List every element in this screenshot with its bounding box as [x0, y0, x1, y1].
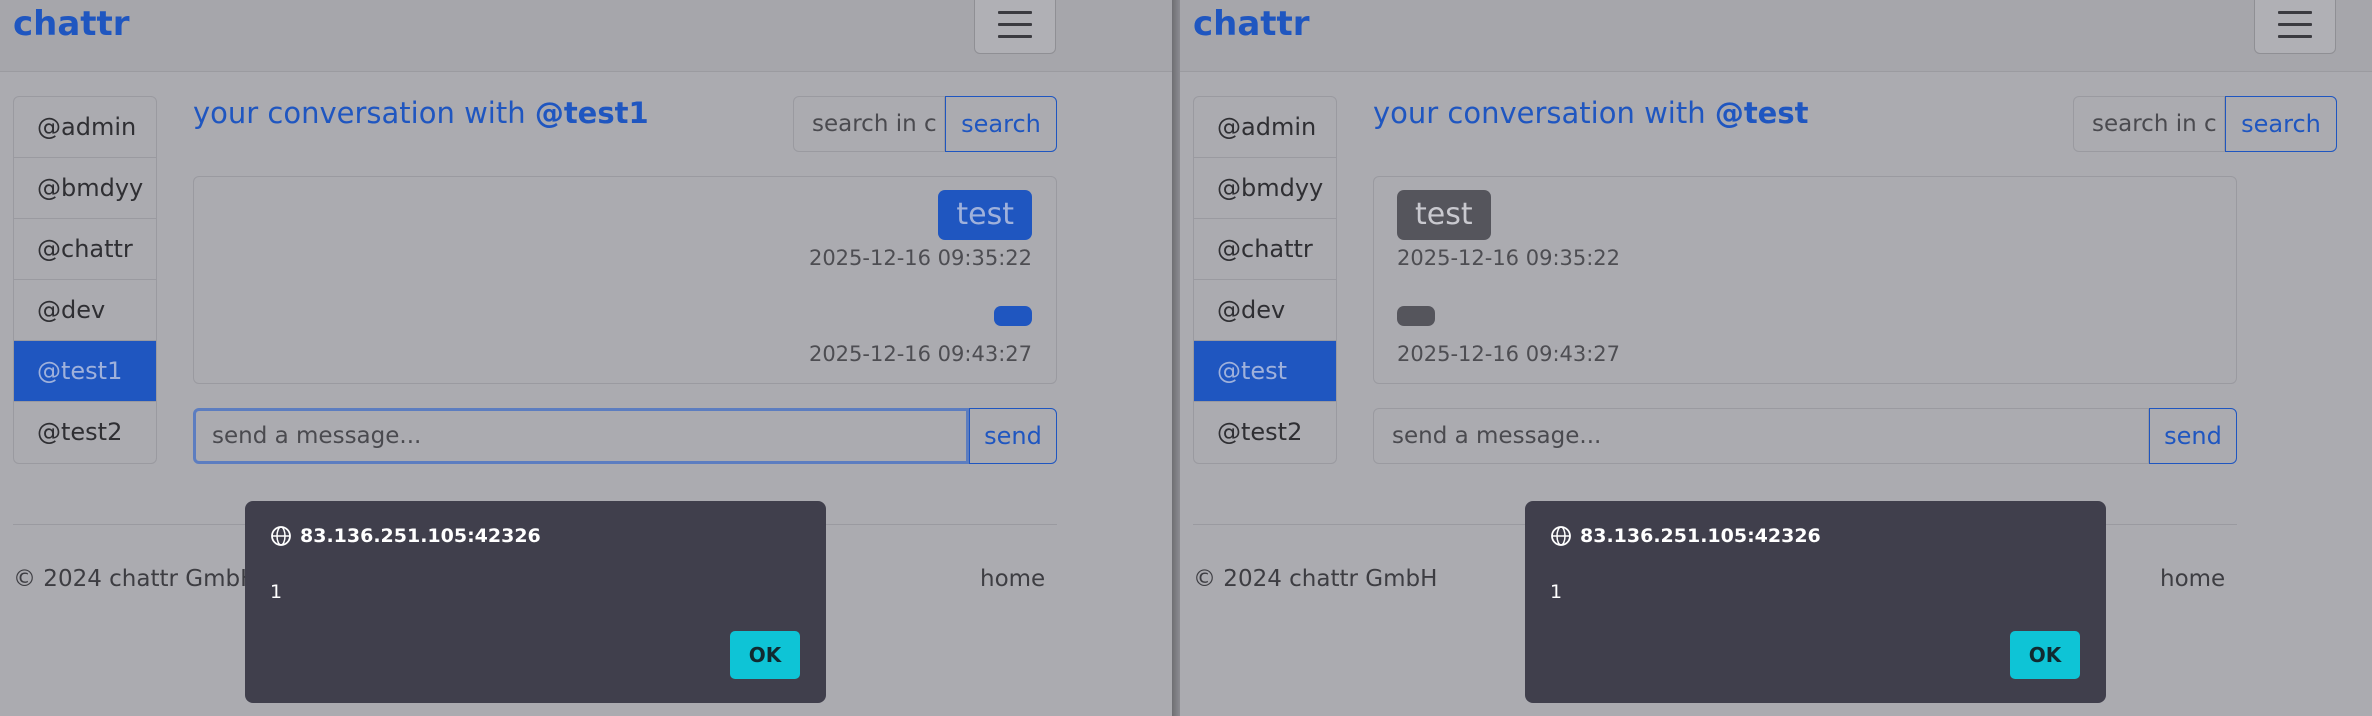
brand-logo[interactable]: chattr: [13, 4, 130, 44]
conversation-title: your conversation with @test: [1373, 96, 1809, 130]
message-timestamp: 2025-12-16 09:35:22: [1397, 246, 1621, 270]
search-input[interactable]: search in c: [2073, 96, 2225, 152]
footer-home-link[interactable]: home: [2160, 566, 2225, 592]
send-group: send a message... send: [193, 408, 1057, 464]
message-input[interactable]: send a message...: [193, 408, 969, 464]
browser-window-right: chattr @admin @bmdyy @chattr @dev @test …: [1180, 0, 2372, 716]
message-timestamp: 2025-12-16 09:43:27: [1397, 342, 1621, 366]
conversation-username: @test: [1714, 96, 1809, 130]
ok-button[interactable]: OK: [2010, 631, 2080, 679]
dialog-message: 1: [1550, 581, 1563, 603]
hamburger-icon: [998, 10, 1032, 14]
user-item[interactable]: @test2: [14, 402, 156, 463]
dialog-origin: 83.136.251.105:42326: [1550, 525, 1821, 547]
menu-toggle-button[interactable]: [974, 0, 1056, 54]
send-button[interactable]: send: [969, 408, 1057, 464]
message-timestamp: 2025-12-16 09:35:22: [808, 246, 1032, 270]
user-item[interactable]: @admin: [1194, 97, 1336, 158]
conversation-username: @test1: [534, 96, 649, 130]
alert-dialog: 83.136.251.105:42326 1 OK: [245, 501, 826, 703]
ok-button[interactable]: OK: [730, 631, 800, 679]
browser-window-left: chattr @admin @bmdyy @chattr @dev @test1…: [0, 0, 1172, 716]
alert-dialog: 83.136.251.105:42326 1 OK: [1525, 501, 2106, 703]
message-timestamp: 2025-12-16 09:43:27: [808, 342, 1032, 366]
send-button[interactable]: send: [2149, 408, 2237, 464]
user-item[interactable]: @chattr: [1194, 219, 1336, 280]
search-group: search in c search: [793, 96, 1057, 152]
message-input[interactable]: send a message...: [1373, 408, 2149, 464]
dialog-origin: 83.136.251.105:42326: [270, 525, 541, 547]
send-group: send a message... send: [1373, 408, 2237, 464]
user-item-active[interactable]: @test1: [14, 341, 156, 402]
footer-copyright: © 2024 chattr GmbH: [13, 566, 258, 592]
message-bubble-received-empty: [1397, 306, 1435, 326]
globe-icon: [1551, 526, 1571, 546]
message-bubble-sent-empty: [994, 306, 1032, 326]
navbar: chattr: [1180, 0, 2372, 72]
menu-toggle-button[interactable]: [2254, 0, 2336, 54]
hamburger-icon: [2278, 10, 2312, 14]
dialog-origin-text: 83.136.251.105:42326: [300, 525, 541, 547]
navbar: chattr: [0, 0, 1172, 72]
user-item[interactable]: @chattr: [14, 219, 156, 280]
user-list: @admin @bmdyy @chattr @dev @test1 @test2: [13, 96, 157, 464]
search-group: search in c search: [2073, 96, 2337, 152]
message-list: test 2025-12-16 09:35:22 2025-12-16 09:4…: [193, 176, 1057, 384]
user-item[interactable]: @test2: [1194, 402, 1336, 463]
message-bubble-received: test: [1397, 190, 1491, 240]
search-input[interactable]: search in c: [793, 96, 945, 152]
user-item[interactable]: @dev: [14, 280, 156, 341]
message-list: test 2025-12-16 09:35:22 2025-12-16 09:4…: [1373, 176, 2237, 384]
brand-logo[interactable]: chattr: [1193, 4, 1310, 44]
conversation-title: your conversation with @test1: [193, 96, 649, 130]
search-button[interactable]: search: [945, 96, 1057, 152]
globe-icon: [271, 526, 291, 546]
window-divider: [1172, 0, 1180, 716]
user-item[interactable]: @bmdyy: [1194, 158, 1336, 219]
footer-home-link[interactable]: home: [980, 566, 1045, 592]
dialog-origin-text: 83.136.251.105:42326: [1580, 525, 1821, 547]
footer-copyright: © 2024 chattr GmbH: [1193, 566, 1438, 592]
user-item[interactable]: @admin: [14, 97, 156, 158]
message-bubble-sent: test: [938, 190, 1032, 240]
user-item[interactable]: @dev: [1194, 280, 1336, 341]
dialog-message: 1: [270, 581, 283, 603]
search-button[interactable]: search: [2225, 96, 2337, 152]
user-item-active[interactable]: @test: [1194, 341, 1336, 402]
user-item[interactable]: @bmdyy: [14, 158, 156, 219]
user-list: @admin @bmdyy @chattr @dev @test @test2: [1193, 96, 1337, 464]
